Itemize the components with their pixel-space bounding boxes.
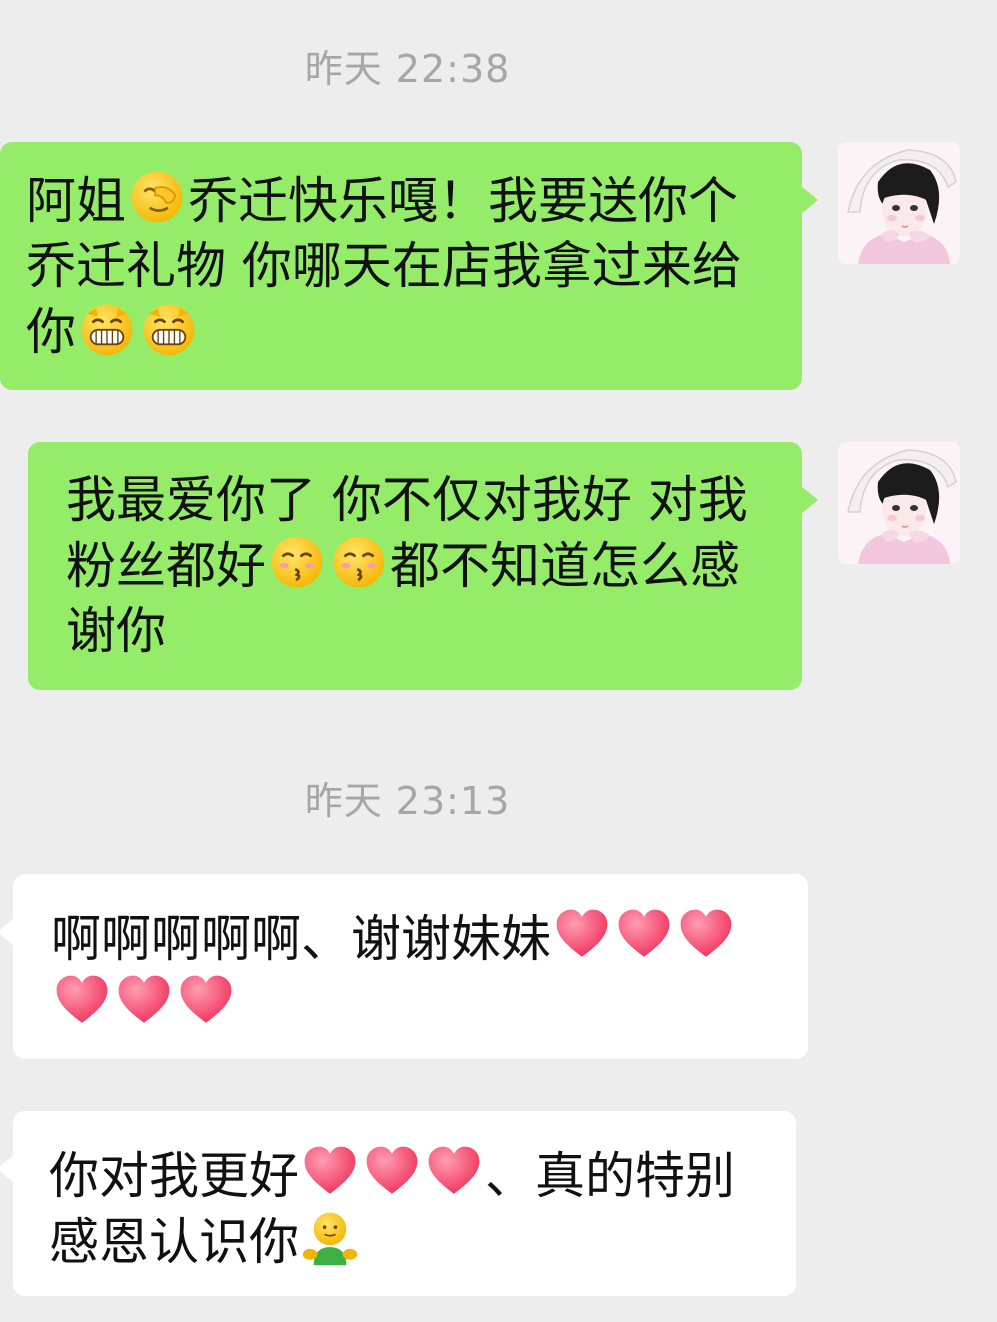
heart-emoji bbox=[428, 1146, 480, 1194]
avatar-illustration bbox=[838, 442, 960, 564]
heart-emoji bbox=[680, 909, 732, 957]
heart-emoji bbox=[618, 909, 670, 957]
heart-emoji bbox=[304, 1146, 356, 1194]
timestamp: 昨天 23:13 bbox=[304, 779, 511, 823]
message-text: 你对我更好 bbox=[49, 1147, 299, 1205]
kiss-emoji bbox=[271, 536, 323, 588]
message-bubble-sent[interactable]: 我最爱你了 你不仅对我好 对我粉丝都好 都不知道怎么感谢你 bbox=[28, 442, 818, 690]
hug-emoji bbox=[302, 1212, 358, 1266]
avatar-illustration bbox=[838, 142, 960, 264]
message-bubble-sent[interactable]: 阿姐 乔迁快乐嘎！我要送你个乔迁礼物 你哪天在店我拿过来给你 bbox=[0, 142, 818, 390]
heart-emoji bbox=[56, 975, 108, 1023]
grin-emoji bbox=[81, 304, 133, 356]
message-bubble-received[interactable]: 啊啊啊啊啊、谢谢妹妹 bbox=[0, 874, 808, 1059]
facepalm-emoji bbox=[131, 171, 183, 223]
avatar[interactable] bbox=[838, 142, 960, 264]
heart-emoji bbox=[118, 975, 170, 1023]
heart-emoji bbox=[366, 1146, 418, 1194]
grin-emoji bbox=[143, 304, 195, 356]
heart-emoji bbox=[556, 909, 608, 957]
avatar[interactable] bbox=[838, 442, 960, 564]
timestamp: 昨天 22:38 bbox=[304, 47, 511, 91]
message-bubble-received[interactable]: 你对我更好 、真的特别感恩认识你 bbox=[0, 1111, 796, 1296]
message-text: 啊啊啊啊啊、谢谢妹妹 bbox=[51, 910, 551, 968]
message-text: 阿姐 bbox=[26, 172, 126, 230]
kiss-emoji bbox=[333, 536, 385, 588]
heart-emoji bbox=[180, 975, 232, 1023]
